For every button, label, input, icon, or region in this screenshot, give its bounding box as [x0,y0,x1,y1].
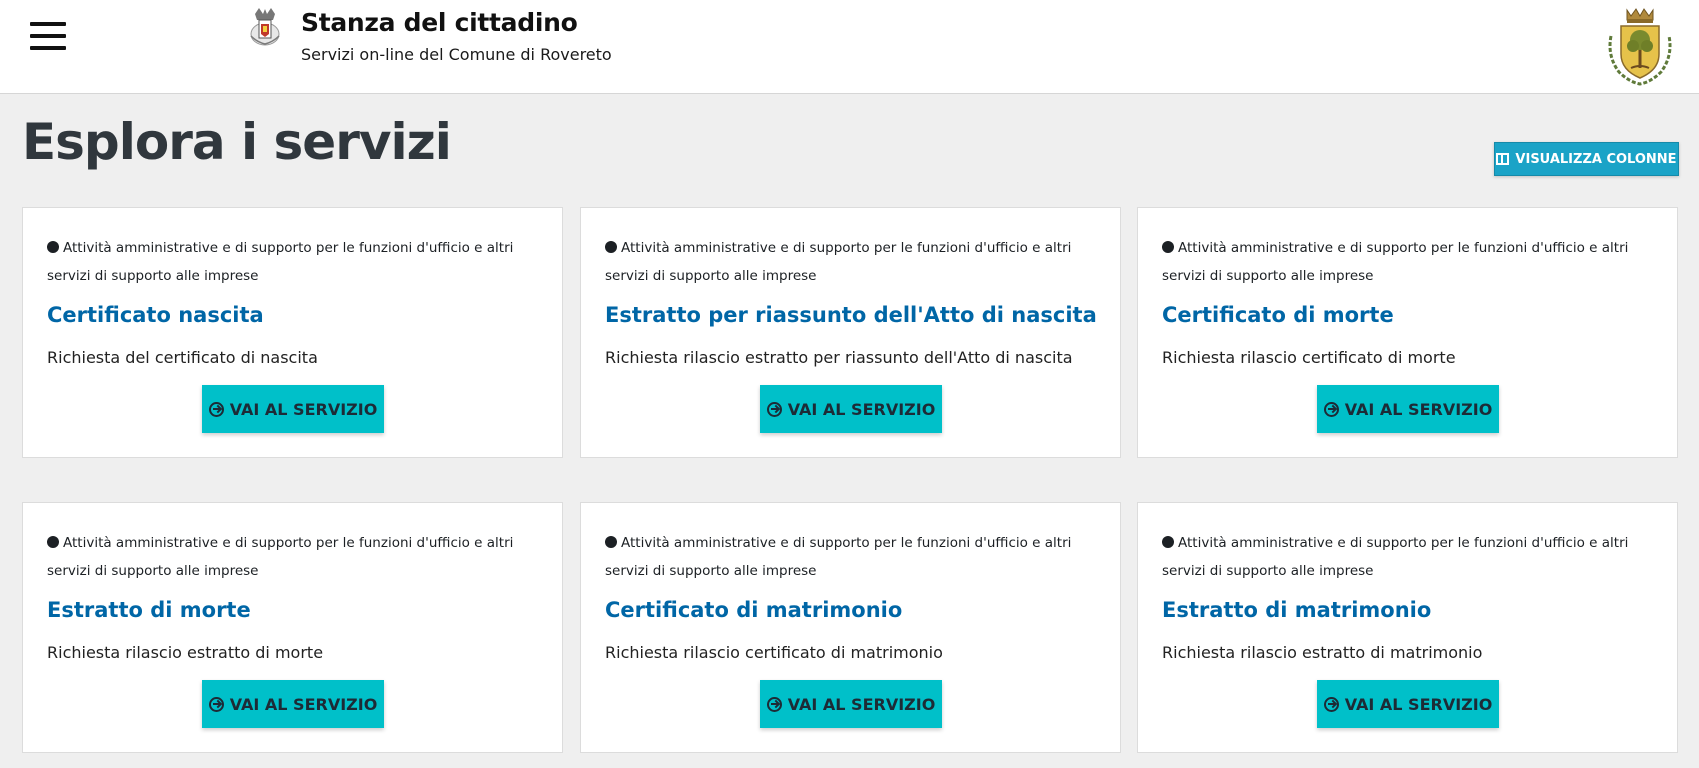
service-category: Attività amministrative e di supporto pe… [605,535,1072,579]
view-columns-button[interactable]: VISUALIZZA COLONNE [1494,142,1679,176]
service-description: Richiesta del certificato di nascita [47,348,318,367]
service-title-link[interactable]: Estratto di morte [47,598,251,622]
go-to-service-button[interactable]: VAI AL SERVIZIO [202,385,384,433]
page-title: Esplora i servizi [22,113,452,171]
bullet-icon [47,241,59,253]
bullet-icon [1162,241,1174,253]
service-card: Attività amministrative e di supporto pe… [580,502,1121,753]
comune-logo-icon[interactable] [247,6,283,48]
service-description: Richiesta rilascio certificato di matrim… [605,643,943,662]
go-to-service-button[interactable]: VAI AL SERVIZIO [202,680,384,728]
bullet-icon [47,536,59,548]
service-category: Attività amministrative e di supporto pe… [1162,535,1629,579]
go-to-service-label: VAI AL SERVIZIO [229,694,378,714]
service-category: Attività amministrative e di supporto pe… [605,240,1072,284]
go-to-service-label: VAI AL SERVIZIO [1344,399,1493,419]
header: Stanza del cittadino Servizi on-line del… [0,0,1699,94]
brand-title[interactable]: Stanza del cittadino [301,8,578,37]
service-title-link[interactable]: Certificato nascita [47,303,264,327]
bullet-icon [605,241,617,253]
arrow-circle-right-icon [766,696,782,712]
service-description: Richiesta rilascio certificato di morte [1162,348,1456,367]
go-to-service-label: VAI AL SERVIZIO [787,694,936,714]
service-category: Attività amministrative e di supporto pe… [47,535,514,579]
service-category: Attività amministrative e di supporto pe… [47,240,514,284]
service-title-link[interactable]: Certificato di matrimonio [605,598,902,622]
go-to-service-label: VAI AL SERVIZIO [229,399,378,419]
service-title-link[interactable]: Certificato di morte [1162,303,1394,327]
service-category: Attività amministrative e di supporto pe… [1162,240,1629,284]
service-description: Richiesta rilascio estratto di matrimoni… [1162,643,1483,662]
service-description: Richiesta rilascio estratto per riassunt… [605,348,1073,367]
brand-subtitle: Servizi on-line del Comune di Rovereto [301,45,612,64]
bullet-icon [1162,536,1174,548]
service-card: Attività amministrative e di supporto pe… [22,502,563,753]
columns-icon [1496,153,1510,165]
coat-of-arms-icon [1608,8,1672,86]
arrow-circle-right-icon [1323,401,1339,417]
service-card: Attività amministrative e di supporto pe… [22,207,563,458]
arrow-circle-right-icon [766,401,782,417]
service-title-link[interactable]: Estratto di matrimonio [1162,598,1431,622]
service-card: Attività amministrative e di supporto pe… [1137,502,1678,753]
service-title-link[interactable]: Estratto per riassunto dell'Atto di nasc… [605,303,1097,327]
go-to-service-button[interactable]: VAI AL SERVIZIO [760,680,942,728]
view-columns-label: VISUALIZZA COLONNE [1515,151,1677,167]
go-to-service-label: VAI AL SERVIZIO [1344,694,1493,714]
service-card: Attività amministrative e di supporto pe… [1137,207,1678,458]
go-to-service-button[interactable]: VAI AL SERVIZIO [1317,680,1499,728]
service-description: Richiesta rilascio estratto di morte [47,643,324,662]
go-to-service-button[interactable]: VAI AL SERVIZIO [1317,385,1499,433]
go-to-service-label: VAI AL SERVIZIO [787,399,936,419]
arrow-circle-right-icon [208,696,224,712]
arrow-circle-right-icon [208,401,224,417]
bullet-icon [605,536,617,548]
arrow-circle-right-icon [1323,696,1339,712]
service-card: Attività amministrative e di supporto pe… [580,207,1121,458]
hamburger-menu-icon[interactable] [30,22,66,50]
go-to-service-button[interactable]: VAI AL SERVIZIO [760,385,942,433]
